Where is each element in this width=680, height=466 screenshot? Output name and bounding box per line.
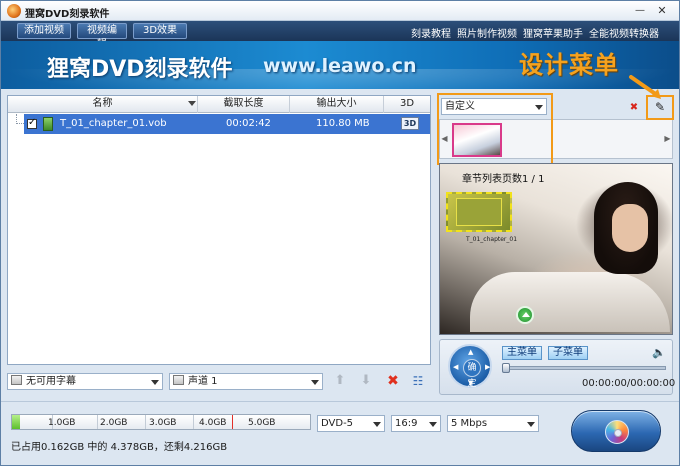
callout-arrow-icon [629, 75, 661, 99]
burn-button[interactable] [571, 410, 661, 452]
volume-icon[interactable]: 🔈 [652, 346, 666, 359]
audio-track-select[interactable]: 声道 1 [169, 373, 323, 390]
sort-down-icon [188, 101, 196, 106]
seek-handle[interactable] [502, 363, 510, 373]
bitrate-value: 5 Mbps [451, 418, 488, 429]
app-logo-icon [7, 4, 21, 18]
main-area: 名称 截取长度 输出大小 3D T_01_chapter_01.vob 00:0… [1, 75, 679, 401]
chevron-down-icon[interactable] [524, 417, 537, 430]
subtitle-select[interactable]: 无可用字幕 [7, 373, 163, 390]
chapter-thumbnail[interactable] [446, 192, 512, 232]
banner: 狸窝DVD刻录软件 www.leawo.cn 设计菜单 [1, 41, 679, 89]
burn-tutorial-link[interactable]: 刻录教程 [411, 25, 451, 40]
audio-track-value: 声道 1 [188, 376, 218, 387]
toolbar: 添加视频 视频编辑 3D效果 刻录教程 照片制作视频 狸窝苹果助手 全能视频转换… [1, 21, 679, 50]
chapter-label: T_01_chapter_01 [466, 236, 518, 243]
audio-track-icon [173, 375, 184, 385]
move-down-button[interactable]: ⬇ [357, 373, 375, 390]
column-name[interactable]: 名称 [8, 96, 198, 113]
preview-face [612, 204, 648, 252]
capacity-separator [145, 415, 146, 429]
table-row[interactable]: T_01_chapter_01.vob 00:02:42 110.80 MB 3… [24, 114, 430, 134]
row-checkbox[interactable] [27, 117, 37, 129]
chapter-page-label: 章节列表页数1 / 1 [462, 174, 545, 185]
delete-button[interactable]: ✖ [384, 373, 402, 390]
app-window: 狸窝DVD刻录软件 — ✕ 添加视频 视频编辑 3D效果 刻录教程 照片制作视频… [0, 0, 680, 466]
column-length[interactable]: 截取长度 [198, 96, 290, 113]
video-converter-link[interactable]: 全能视频转换器 [589, 25, 659, 40]
chevron-right-icon[interactable]: ▶ [664, 130, 671, 148]
chapter-thumbnail-image [456, 198, 502, 226]
chevron-down-icon[interactable] [148, 375, 161, 388]
disc-type-value: DVD-5 [321, 418, 354, 429]
bottom-bar: 1.0GB 2.0GB 3.0GB 4.0GB 5.0GB 已占用0.162GB… [1, 401, 679, 465]
seek-bar[interactable] [502, 366, 666, 370]
video-file-icon [43, 117, 53, 131]
subtitle-icon [11, 375, 22, 385]
nav-up-icon[interactable]: ▲ [468, 348, 473, 356]
row-file-name: T_01_chapter_01.vob [60, 118, 167, 129]
disc-burn-icon [605, 420, 629, 444]
apple-assistant-link[interactable]: 狸窝苹果助手 [523, 25, 583, 40]
play-menu-icon[interactable] [516, 306, 534, 324]
menu-preview[interactable]: 章节列表页数1 / 1 T_01_chapter_01 [439, 163, 673, 335]
close-button[interactable]: ✕ [655, 4, 669, 18]
row-3d-icon[interactable]: 3D [401, 117, 419, 130]
banner-product-name: 狸窝DVD刻录软件 [47, 57, 233, 82]
delete-menu-icon[interactable]: ✖ [627, 101, 641, 114]
capacity-bar: 1.0GB 2.0GB 3.0GB 4.0GB 5.0GB [11, 414, 311, 430]
aspect-ratio-value: 16:9 [395, 418, 418, 429]
file-list: 名称 截取长度 输出大小 3D T_01_chapter_01.vob 00:0… [7, 95, 431, 365]
column-size[interactable]: 输出大小 [290, 96, 384, 113]
edit-video-button[interactable]: 视频编辑 [77, 23, 127, 50]
chevron-down-icon[interactable] [308, 375, 321, 388]
preview-player: ▲ ◀ 确定 ▶ ▼ 主菜单 子菜单 🔈 00:00:00/00:00:00 [439, 339, 676, 395]
photo-video-link[interactable]: 照片制作视频 [457, 25, 517, 40]
tree-connector [16, 114, 24, 124]
capacity-tick: 4.0GB [199, 418, 227, 428]
bitrate-select[interactable]: 5 Mbps [447, 415, 539, 432]
disc-type-select[interactable]: DVD-5 [317, 415, 385, 432]
row-length: 00:02:42 [226, 118, 271, 129]
capacity-tick: 3.0GB [149, 418, 177, 428]
capacity-tick: 2.0GB [100, 418, 128, 428]
design-menu-callout: 设计菜单 [519, 51, 619, 79]
3d-effect-button[interactable]: 3D效果 [133, 23, 187, 39]
capacity-tick: 1.0GB [48, 418, 76, 428]
aspect-ratio-select[interactable]: 16:9 [391, 415, 441, 432]
title-bar: 狸窝DVD刻录软件 — ✕ [1, 1, 679, 21]
nav-down-icon[interactable]: ▼ [468, 379, 473, 387]
window-title: 狸窝DVD刻录软件 [25, 9, 110, 20]
clear-list-button[interactable]: ☷ [409, 373, 427, 390]
column-3d[interactable]: 3D [384, 96, 430, 113]
capacity-fill [12, 415, 20, 429]
file-list-header: 名称 截取长度 输出大小 3D [8, 96, 430, 113]
nav-ok-button[interactable]: 确定 [463, 359, 481, 389]
banner-url: www.leawo.cn [263, 55, 417, 77]
template-highlight [437, 93, 553, 165]
subtitle-value: 无可用字幕 [26, 376, 76, 387]
chevron-down-icon[interactable] [426, 417, 439, 430]
time-display: 00:00:00/00:00:00 [582, 378, 676, 389]
preview-pillow [470, 272, 670, 332]
navigation-wheel[interactable]: ▲ ◀ 确定 ▶ ▼ [448, 344, 492, 389]
capacity-limit-marker [232, 415, 233, 429]
usage-summary: 已占用0.162GB 中的 4.378GB，还剩4.216GB [11, 442, 228, 453]
row-size: 110.80 MB [316, 118, 370, 129]
capacity-separator [193, 415, 194, 429]
move-up-button[interactable]: ⬆ [331, 373, 349, 390]
capacity-tick: 5.0GB [248, 418, 276, 428]
nav-right-icon[interactable]: ▶ [485, 363, 490, 371]
minimize-button[interactable]: — [633, 4, 647, 18]
chevron-down-icon[interactable] [370, 417, 383, 430]
sub-menu-button[interactable]: 子菜单 [548, 346, 588, 360]
main-menu-button[interactable]: 主菜单 [502, 346, 542, 360]
add-video-button[interactable]: 添加视频 [17, 23, 71, 39]
nav-left-icon[interactable]: ◀ [453, 363, 458, 371]
capacity-separator [97, 415, 98, 429]
